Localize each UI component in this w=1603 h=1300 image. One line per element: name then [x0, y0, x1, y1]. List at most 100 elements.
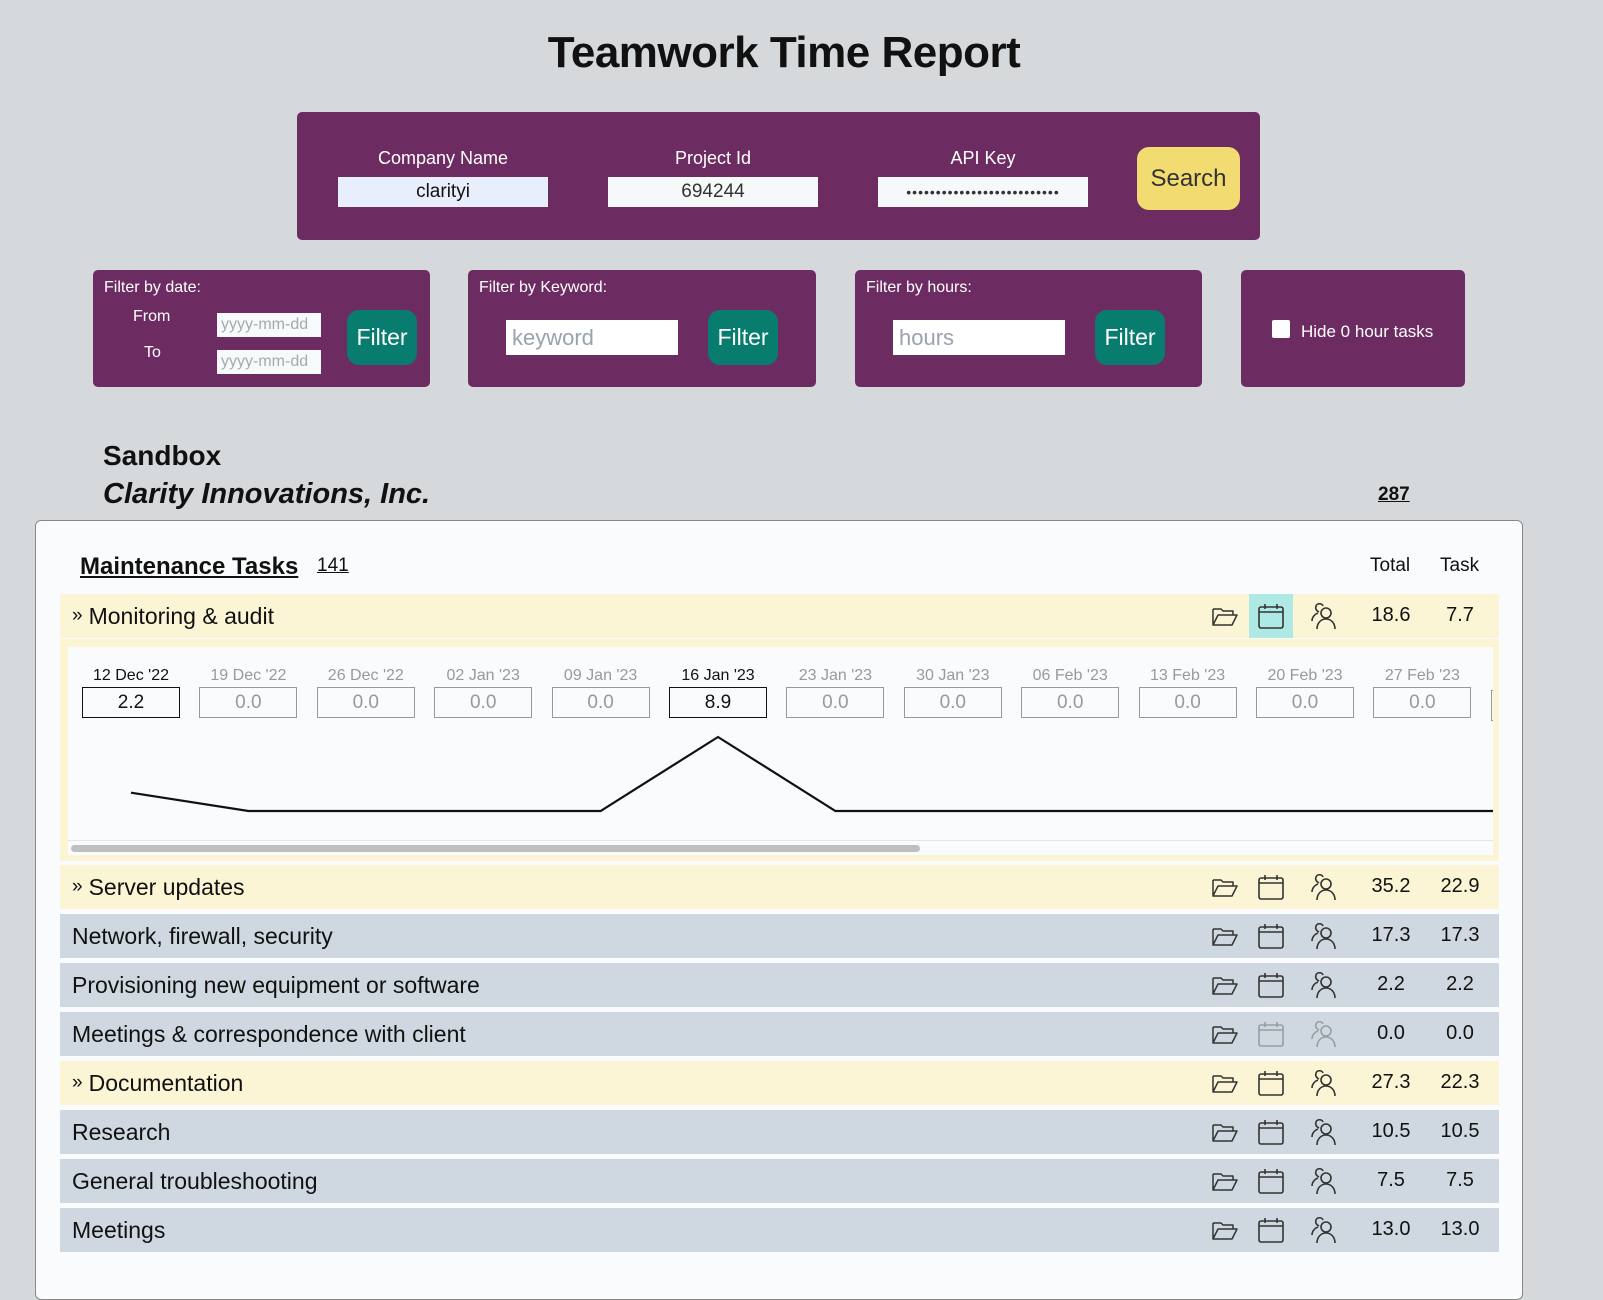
week-hours-input[interactable]: 0.0	[1021, 687, 1120, 718]
calendar-icon[interactable]	[1256, 1166, 1286, 1196]
task-name[interactable]: » Documentation	[72, 1070, 243, 1097]
task-row[interactable]: General troubleshooting 7.5 7.5	[60, 1159, 1499, 1203]
week-hours-input[interactable]: 0.0	[316, 687, 415, 718]
task-name[interactable]: Meetings & correspondence with client	[72, 1021, 466, 1048]
week-hours-input[interactable]	[1490, 690, 1493, 721]
hours-input[interactable]	[893, 320, 1065, 355]
task-name[interactable]: Research	[72, 1119, 170, 1146]
folder-icon[interactable]	[1210, 1117, 1240, 1147]
task-total: 2.2	[1377, 973, 1405, 995]
task-row[interactable]: » Documentation 27.3 22.3	[60, 1061, 1499, 1105]
date-filter-button[interactable]: Filter	[347, 310, 417, 365]
expand-chevron-icon[interactable]: »	[72, 1072, 83, 1093]
category-title[interactable]: Maintenance Tasks	[80, 553, 298, 581]
keyword-filter-button[interactable]: Filter	[708, 310, 778, 365]
week-hours-input[interactable]: 8.9	[669, 687, 767, 718]
week-cell: 02 Jan '23 0.0	[434, 667, 533, 718]
task-row[interactable]: » Server updates 35.2 22.9	[60, 865, 1499, 909]
week-cell: 26 Dec '22 0.0	[316, 667, 415, 718]
date-from-input[interactable]	[217, 313, 321, 337]
folder-icon[interactable]	[1210, 970, 1240, 1000]
task-name[interactable]: Network, firewall, security	[72, 923, 333, 950]
week-hours-input[interactable]: 0.0	[1256, 687, 1354, 718]
horizontal-scrollbar[interactable]	[71, 845, 920, 852]
project-id-input[interactable]	[608, 177, 818, 207]
keyword-input[interactable]	[506, 320, 678, 355]
task-row[interactable]: Meetings & correspondence with client 0.…	[60, 1012, 1499, 1056]
calendar-icon[interactable]	[1256, 1215, 1286, 1245]
users-icon[interactable]	[1309, 1215, 1339, 1245]
users-icon[interactable]	[1309, 921, 1339, 951]
date-to-input[interactable]	[217, 350, 321, 374]
week-hours-input[interactable]: 0.0	[551, 687, 650, 718]
task-name-label: Research	[72, 1119, 171, 1145]
users-icon[interactable]	[1309, 970, 1339, 1000]
column-header-task: Task	[1440, 555, 1480, 576]
week-cell: 23 Jan '23 0.0	[786, 667, 885, 718]
task-name[interactable]: General troubleshooting	[72, 1168, 318, 1195]
week-hours-input[interactable]: 0.0	[1138, 687, 1237, 718]
week-hours-input[interactable]: 0.0	[903, 687, 1002, 718]
task-name-label: Monitoring & audit	[88, 603, 274, 629]
week-hours-input[interactable]: 0.0	[1373, 687, 1472, 718]
task-total: 17.3	[1371, 924, 1411, 946]
timeline-scroll-area[interactable]: 12 Dec '22 2.2 19 Dec '22 0.0 26 Dec '22 0.0 0…	[68, 647, 1493, 855]
category-count-link[interactable]: 141	[317, 555, 349, 577]
week-hours-input[interactable]: 0.0	[434, 687, 533, 718]
calendar-icon[interactable]	[1256, 1117, 1286, 1147]
expand-chevron-icon[interactable]: »	[72, 876, 83, 897]
api-key-input[interactable]	[878, 177, 1088, 207]
task-name[interactable]: » Server updates	[72, 874, 245, 901]
users-icon[interactable]	[1309, 1166, 1339, 1196]
search-button[interactable]: Search	[1137, 147, 1240, 210]
folder-icon[interactable]	[1210, 1215, 1240, 1245]
task-row[interactable]: Network, firewall, security 17.3 17.3	[60, 914, 1499, 958]
hide-zero-label[interactable]: Hide 0 hour tasks	[1301, 322, 1433, 342]
task-row[interactable]: Meetings 13.0 13.0	[60, 1208, 1499, 1252]
calendar-icon[interactable]	[1256, 1068, 1286, 1098]
folder-icon[interactable]	[1210, 921, 1240, 951]
week-cell: 13 Feb '23 0.0	[1138, 667, 1237, 718]
task-name[interactable]: Provisioning new equipment or software	[72, 972, 480, 999]
week-hours-input[interactable]: 0.0	[786, 687, 885, 718]
calendar-icon[interactable]	[1256, 921, 1286, 951]
week-cell: 06 Feb '23 0.0	[1021, 667, 1120, 718]
task-total: 18.6	[1371, 604, 1411, 626]
folder-icon[interactable]	[1210, 1068, 1240, 1098]
task-name[interactable]: Meetings	[72, 1217, 165, 1244]
users-icon[interactable]	[1309, 872, 1339, 902]
week-cell: 12 Dec '22 2.2	[82, 667, 180, 718]
task-row[interactable]: » Monitoring & audit 18.6 7.7	[60, 594, 1499, 638]
project-label: Project Id	[674, 148, 752, 168]
folder-icon[interactable]	[1210, 1166, 1240, 1196]
week-date: 02 Jan '23	[446, 667, 520, 684]
column-header-total: Total	[1370, 555, 1411, 576]
folder-icon[interactable]	[1210, 601, 1240, 631]
calendar-icon[interactable]	[1256, 970, 1286, 1000]
company-name: Clarity Innovations, Inc.	[103, 478, 431, 510]
expand-chevron-icon[interactable]: »	[72, 605, 83, 626]
task-row[interactable]: Provisioning new equipment or software 2…	[60, 963, 1499, 1007]
calendar-icon[interactable]	[1256, 872, 1286, 902]
users-icon[interactable]	[1309, 601, 1339, 631]
week-hours-input[interactable]: 2.2	[82, 687, 180, 718]
keyword-filter-panel: Filter by Keyword: Filter	[468, 270, 816, 387]
hide-zero-checkbox[interactable]	[1272, 320, 1290, 338]
folder-icon[interactable]	[1210, 872, 1240, 902]
week-date: 23 Jan '23	[798, 667, 873, 684]
folder-icon[interactable]	[1210, 1019, 1240, 1049]
users-icon[interactable]	[1309, 1117, 1339, 1147]
week-cell: 30 Jan '23 0.0	[903, 667, 1002, 718]
calendar-icon[interactable]	[1256, 601, 1286, 631]
task-row[interactable]: Research 10.5 10.5	[60, 1110, 1499, 1154]
grand-total-link[interactable]: 287	[1378, 484, 1410, 506]
task-name-label: Documentation	[88, 1070, 244, 1096]
week-hours-input[interactable]: 0.0	[199, 687, 298, 718]
users-icon[interactable]	[1309, 1068, 1339, 1098]
hours-filter-button[interactable]: Filter	[1095, 310, 1165, 365]
company-name-input[interactable]	[338, 177, 548, 207]
task-name[interactable]: » Monitoring & audit	[72, 603, 274, 630]
calendar-icon[interactable]	[1256, 1019, 1286, 1049]
task-name-label: Meetings & correspondence with client	[72, 1021, 466, 1047]
users-icon[interactable]	[1309, 1019, 1339, 1049]
